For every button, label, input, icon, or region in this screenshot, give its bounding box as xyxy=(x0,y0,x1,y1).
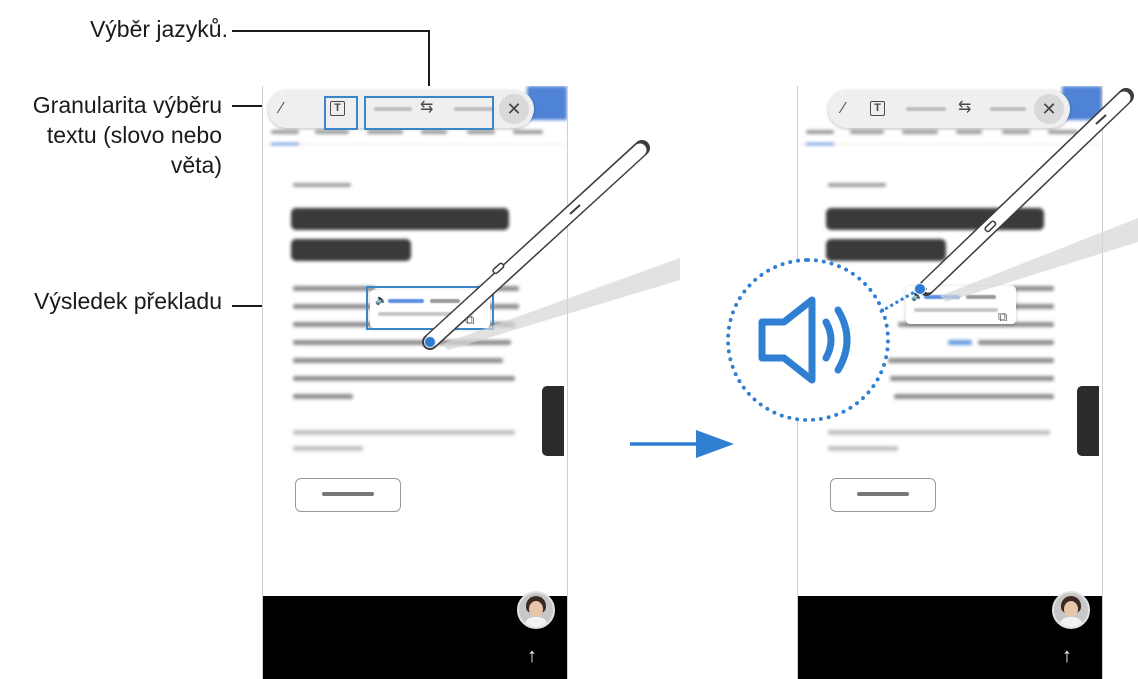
footnote-line xyxy=(293,446,363,451)
text-granularity-icon[interactable]: T xyxy=(870,101,885,116)
callout-text-granularity-line2: textu (slovo nebo xyxy=(46,122,222,148)
leader-language-horizontal xyxy=(232,30,429,32)
body-text-line xyxy=(293,286,375,291)
callout-translation-result: Výsledek překladu xyxy=(34,288,222,314)
callout-text-granularity-line1: Granularita výběru xyxy=(32,92,222,118)
side-panel-handle[interactable] xyxy=(1077,386,1099,456)
highlight-language-selection xyxy=(364,96,494,130)
body-text-line xyxy=(948,340,972,345)
pen-cursor-icon[interactable]: ⁄ xyxy=(842,101,845,117)
body-text-line xyxy=(890,376,1054,381)
arrow-right-icon xyxy=(630,430,734,458)
footnote-line xyxy=(828,430,1050,435)
close-icon[interactable]: ✕ xyxy=(499,94,529,124)
callout-text-granularity: Granularita výběru textu (slovo nebo vět… xyxy=(0,90,222,180)
article-eyebrow xyxy=(828,183,886,187)
check-it-out-button[interactable] xyxy=(295,478,401,512)
body-text-line xyxy=(888,358,1054,363)
zoom-callout-circle xyxy=(726,258,890,422)
arrow-up-icon[interactable]: ↑ xyxy=(1062,646,1072,666)
pen-cursor-icon[interactable]: ⁄ xyxy=(280,101,283,117)
zoom-connector xyxy=(879,288,919,314)
speaker-icon xyxy=(758,296,851,384)
footnote-line xyxy=(828,446,898,451)
article-eyebrow xyxy=(293,183,351,187)
body-text-line xyxy=(894,394,1054,399)
highlight-text-granularity xyxy=(324,96,358,130)
s-pen-right xyxy=(918,88,1138,302)
callout-text-granularity-line3: věta) xyxy=(170,152,222,178)
body-text-line xyxy=(978,340,1054,345)
callout-language-selection: Výběr jazyků. xyxy=(89,16,228,42)
side-panel-handle[interactable] xyxy=(542,386,564,456)
check-it-out-button[interactable] xyxy=(830,478,936,512)
s-pen-body xyxy=(918,88,1134,296)
body-text-line xyxy=(293,394,353,399)
pen-tip-point xyxy=(424,336,436,348)
avatar[interactable] xyxy=(1052,591,1090,629)
s-pen-left xyxy=(422,140,680,350)
footnote-line xyxy=(293,430,515,435)
pen-shadow xyxy=(940,218,1138,302)
arrow-up-icon[interactable]: ↑ xyxy=(527,646,537,666)
avatar[interactable] xyxy=(517,591,555,629)
